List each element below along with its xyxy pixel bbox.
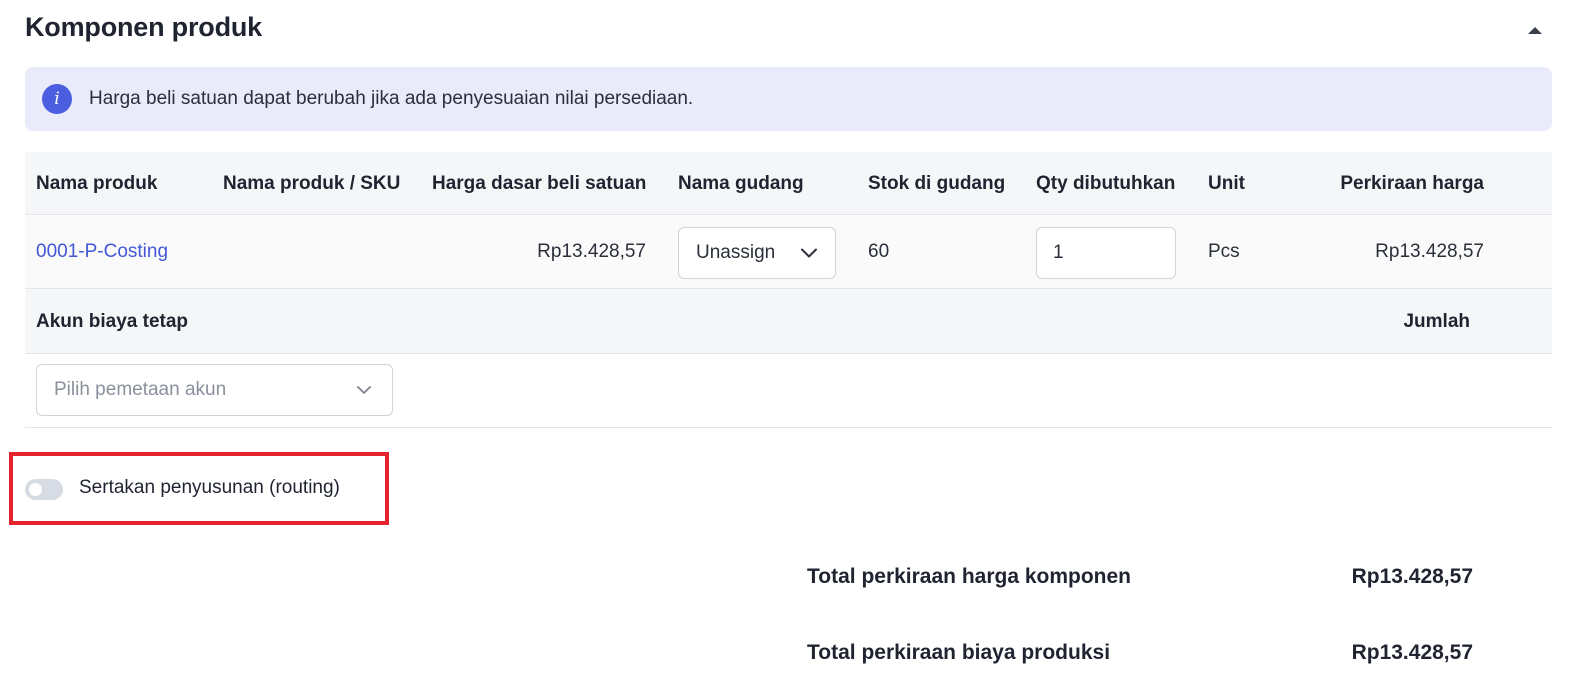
info-banner-text: Harga beli satuan dapat berubah jika ada…: [89, 88, 694, 109]
header-fixed-cost-amount: Jumlah: [1403, 311, 1470, 332]
header-product-sku: Nama produk / SKU: [223, 173, 401, 194]
info-icon: i: [42, 84, 72, 114]
header-warehouse: Nama gudang: [678, 173, 804, 194]
account-mapping-select[interactable]: Pilih pemetaan akun: [36, 364, 393, 416]
header-fixed-cost-account: Akun biaya tetap: [36, 311, 189, 332]
collapse-button[interactable]: [1522, 18, 1548, 42]
product-link[interactable]: 0001-P-Costing: [36, 215, 168, 289]
components-table: Nama produk Nama produk / SKU Harga dasa…: [25, 152, 1552, 428]
base-price-cell: Rp13.428,57: [537, 241, 646, 262]
estimated-price-cell: Rp13.428,57: [1375, 241, 1484, 262]
total-component-label: Total perkiraan harga komponen: [807, 565, 1132, 588]
components-table-header: Nama produk Nama produk / SKU Harga dasa…: [25, 152, 1552, 215]
fixed-cost-row: Pilih pemetaan akun: [25, 354, 1552, 428]
total-production-value: Rp13.428,57: [1351, 641, 1473, 664]
caret-up-icon: [1528, 27, 1542, 34]
total-component-value: Rp13.428,57: [1351, 565, 1473, 588]
unit-cell: Pcs: [1208, 241, 1240, 262]
stock-cell: 60: [868, 241, 890, 262]
section-title: Komponen produk: [25, 12, 262, 42]
routing-toggle[interactable]: [25, 479, 63, 500]
warehouse-select-value: Unassign: [696, 242, 776, 263]
info-banner: i Harga beli satuan dapat berubah jika a…: [25, 67, 1552, 131]
account-mapping-placeholder: Pilih pemetaan akun: [54, 379, 227, 400]
header-unit: Unit: [1208, 173, 1245, 194]
chevron-down-icon: [801, 248, 817, 258]
warehouse-select[interactable]: Unassign: [678, 227, 836, 279]
fixed-cost-header: Akun biaya tetap Jumlah: [25, 289, 1552, 354]
toggle-knob: [29, 483, 42, 496]
total-production-label: Total perkiraan biaya produksi: [807, 641, 1111, 664]
header-stock: Stok di gudang: [868, 173, 1006, 194]
table-row: 0001-P-Costing Rp13.428,57 Unassign 60 P…: [25, 215, 1552, 289]
chevron-down-icon: [357, 386, 371, 394]
routing-toggle-label: Sertakan penyusunan (routing): [79, 477, 340, 498]
header-qty: Qty dibutuhkan: [1036, 173, 1176, 194]
header-base-price: Harga dasar beli satuan: [432, 173, 647, 194]
qty-input[interactable]: [1036, 227, 1176, 279]
header-product-name: Nama produk: [36, 173, 158, 194]
header-estimated-price: Perkiraan harga: [1340, 173, 1484, 194]
